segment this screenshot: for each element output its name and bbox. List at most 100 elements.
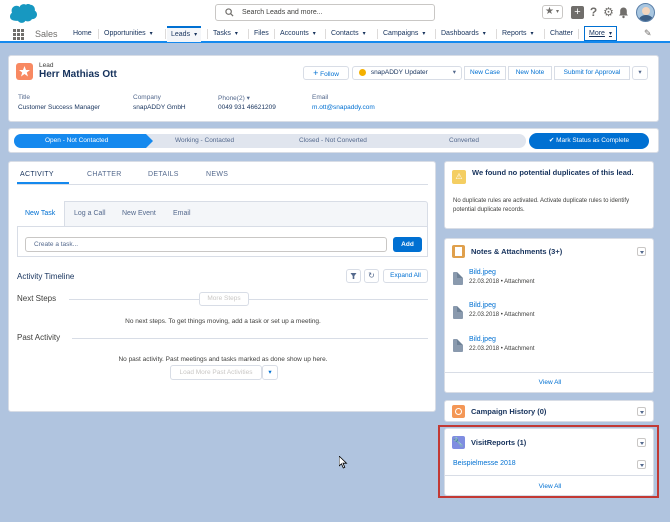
notifications-bell-icon[interactable] [617,6,630,19]
nav-item-label: More [589,30,605,37]
nav-item-dashboards[interactable]: Dashboards ▾ [441,26,486,42]
path-step-closed[interactable]: Closed - Not Converted [299,137,367,144]
search-placeholder: Search Leads and more... [242,9,323,16]
nav-separator [377,29,378,39]
tab-details[interactable]: DETAILS [148,171,179,178]
setup-gear-icon[interactable]: ⚙ [602,6,615,19]
nav-item-leads[interactable]: Leads ▾ [167,26,202,42]
nav-item-opportunities[interactable]: Opportunities ▾ [104,26,153,42]
tab-chatter[interactable]: CHATTER [87,171,122,178]
nav-item-accounts[interactable]: Accounts ▾ [280,26,316,42]
mark-status-label: Mark Status as Complete [556,137,630,144]
global-actions-icon[interactable]: + [571,6,584,19]
nav-item-reports[interactable]: Reports ▾ [502,26,534,42]
refresh-button[interactable]: ↻ [364,269,379,283]
filter-button[interactable] [346,269,361,283]
app-launcher-icon[interactable] [13,29,24,40]
checkmark-icon: ✔ [548,137,555,144]
create-task-input[interactable]: Create a task... [25,237,387,252]
attachment-link[interactable]: Bild.jpeg [469,302,496,309]
attachment-meta: 22.03.2018 • Attachment [469,312,535,318]
subtab-new-task[interactable]: New Task [25,210,55,217]
subtab-log-call[interactable]: Log a Call [74,210,106,217]
more-steps-button[interactable]: More Steps [199,292,249,306]
chevron-down-icon: ▾ [530,31,534,37]
nav-separator [544,29,545,39]
refresh-icon: ↻ [368,271,375,280]
campaign-icon [452,405,465,418]
nav-item-tasks[interactable]: Tasks ▾ [213,26,238,42]
submit-approval-button[interactable]: Submit for Approval [554,66,630,80]
duplicates-body: No duplicate rules are activated. Activa… [453,198,630,213]
load-more-dropdown[interactable]: ▾ [262,365,278,380]
company-value: snapADDY GmbH [133,104,186,111]
search-icon [225,8,234,17]
help-icon[interactable]: ? [587,6,600,19]
follow-button[interactable]: + Follow [303,66,349,80]
nav-item-label: Files [254,30,269,37]
salesforce-logo[interactable] [8,3,38,23]
record-type-label: Lead [39,62,54,69]
nav-item-label: Reports [502,30,527,37]
campaign-menu-button[interactable] [637,407,646,416]
attachment-link[interactable]: Bild.jpeg [469,269,496,276]
tab-activity[interactable]: ACTIVITY [20,171,54,178]
phone-label[interactable]: Phone(2) ▾ [218,94,250,102]
nav-item-chatter[interactable]: Chatter [550,26,573,42]
more-actions-button[interactable]: ▾ [632,66,648,80]
load-more-button[interactable]: Load More Past Activities [170,365,262,380]
app-name: Sales [35,29,58,39]
global-search-input[interactable]: Search Leads and more... [215,4,435,21]
notes-icon [452,245,465,258]
duplicates-panel: ⚠ We found no potential duplicates of th… [444,161,654,229]
path-step-open[interactable]: Open - Not Contacted [45,137,108,144]
nav-item-label: Dashboards [441,30,479,37]
record-name: Herr Mathias Ott [39,69,117,80]
duplicates-title: We found no potential duplicates of this… [472,168,634,177]
snapaddy-label: snapADDY Updater [370,69,428,76]
mark-status-complete-button[interactable]: ✔ Mark Status as Complete [529,133,649,149]
title-value: Customer Success Manager [18,104,101,111]
activity-panel: ACTIVITY CHATTER DETAILS NEWS New Task L… [8,161,436,412]
email-link[interactable]: m.ott@snapaddy.com [312,104,375,111]
notes-title[interactable]: Notes & Attachments (3+) [471,247,562,256]
tab-news[interactable]: NEWS [206,171,228,178]
path-step-working[interactable]: Working - Contacted [175,137,234,144]
expand-all-button[interactable]: Expand All [383,269,428,283]
nav-item-campaigns[interactable]: Campaigns ▾ [383,26,425,42]
snapaddy-updater-button[interactable]: snapADDY Updater ▾ [352,66,462,80]
email-label: Email [312,94,329,101]
path-step-converted[interactable]: Converted [449,137,479,144]
attachment-link[interactable]: Bild.jpeg [469,336,496,343]
nav-item-label: Tasks [213,30,231,37]
attachment-meta: 22.03.2018 • Attachment [469,346,535,352]
subtab-new-event[interactable]: New Event [122,210,156,217]
nav-item-contacts[interactable]: Contacts ▾ [331,26,366,42]
new-case-button[interactable]: New Case [464,66,506,80]
nav-item-home[interactable]: Home [73,26,92,42]
campaign-history-title[interactable]: Campaign History (0) [471,407,546,416]
notes-view-all-link[interactable]: View All [445,379,655,386]
chevron-down-icon: ▾ [149,31,153,37]
campaign-history-panel: Campaign History (0) [444,400,654,422]
new-note-button[interactable]: New Note [508,66,552,80]
duplicate-warning-icon: ⚠ [452,170,466,184]
attachment-meta: 22.03.2018 • Attachment [469,279,535,285]
tabs-divider [17,184,428,185]
image-file-icon [453,306,463,319]
edit-nav-pencil-icon[interactable]: ✎ [644,28,652,39]
plus-icon: + [313,68,319,78]
subtab-email[interactable]: Email [173,210,191,217]
user-avatar[interactable] [636,3,655,22]
notes-menu-button[interactable] [637,247,646,256]
nav-item-more[interactable]: More ▾ [584,26,617,41]
chevron-down-icon: ▾ [246,95,250,102]
phone-value: 0049 931 46621209 [218,104,276,111]
nav-separator [435,29,436,39]
favorites-button[interactable]: ★ ▾ [542,5,563,19]
app-nav-bar: Sales Home Opportunities ▾ Leads ▾ Tasks ▾ File… [0,26,670,43]
nav-item-files[interactable]: Files [254,26,269,42]
chevron-down-icon: ▾ [608,31,612,37]
add-task-button[interactable]: Add [393,237,422,252]
phone-label-text: Phone(2) [218,95,245,102]
